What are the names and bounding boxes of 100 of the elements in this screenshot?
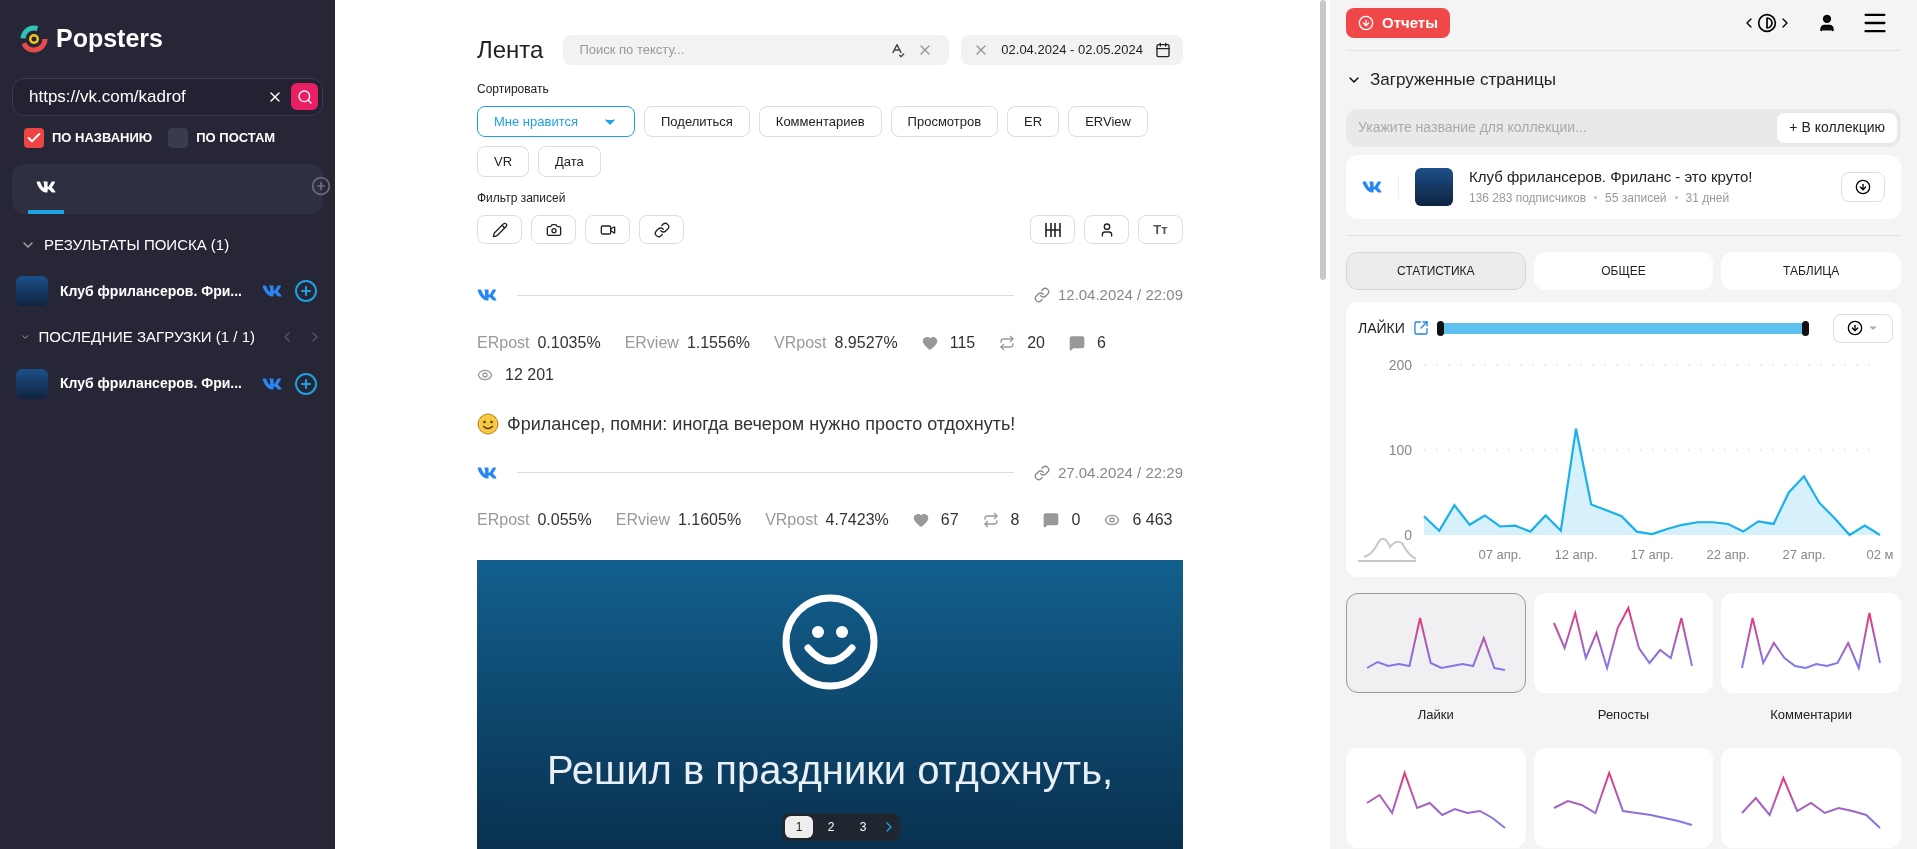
calendar-icon[interactable] bbox=[1155, 42, 1171, 58]
logo-icon bbox=[20, 24, 48, 53]
group-avatar bbox=[16, 276, 48, 306]
counter-value: 8 bbox=[1010, 510, 1020, 530]
section-title[interactable]: ПОСЛЕДНИЕ ЗАГРУЗКИ (1 / 1) bbox=[38, 326, 255, 349]
external-link-icon[interactable] bbox=[1412, 320, 1429, 336]
user-icon[interactable] bbox=[1817, 13, 1837, 33]
smiley-icon bbox=[780, 592, 880, 692]
counter-value: 67 bbox=[940, 510, 959, 530]
sort-option[interactable]: Просмотров bbox=[890, 106, 999, 137]
metric-value: 4.7423% bbox=[825, 510, 889, 530]
download-icon bbox=[1358, 15, 1374, 31]
page-button[interactable]: 1 bbox=[785, 816, 813, 838]
date-range-field[interactable]: 02.04.2024 - 02.05.2024 bbox=[961, 35, 1183, 65]
video-filter-button[interactable] bbox=[585, 215, 630, 244]
x-tick-label: 12 апр. bbox=[1554, 546, 1598, 562]
post-text: Фрилансер, помни: иногда вечером нужно просто отдохнуть! bbox=[507, 412, 1016, 436]
group-avatar bbox=[16, 368, 48, 399]
sort-option[interactable]: ERView bbox=[1068, 106, 1148, 137]
page-name[interactable]: Клуб фрилансеров. Фри... bbox=[60, 280, 242, 302]
add-icon[interactable] bbox=[311, 175, 331, 196]
sort-label: Сортировать bbox=[477, 81, 550, 98]
add-icon[interactable] bbox=[293, 371, 318, 396]
mini-chart-label: Лайки bbox=[1417, 705, 1454, 724]
stats-tab[interactable]: СТАТИСТИКА bbox=[1346, 251, 1526, 290]
counter-value: 20 bbox=[1027, 332, 1045, 353]
text-search-input[interactable]: Поиск по тексту... bbox=[579, 40, 878, 60]
checkbox[interactable] bbox=[168, 127, 189, 148]
x-tick-label: 02 м bbox=[1866, 546, 1894, 562]
link-icon[interactable] bbox=[1033, 464, 1050, 481]
font-button[interactable]: Тт bbox=[1138, 215, 1183, 244]
collection-name-input[interactable]: Укажите название для коллекции... bbox=[1358, 117, 1778, 138]
pencil-icon bbox=[491, 221, 508, 238]
section-title[interactable]: Загруженные страницы bbox=[1370, 67, 1556, 93]
add-to-collection-button[interactable]: + В коллекцию bbox=[1777, 112, 1897, 143]
metric-value: 8.9527% bbox=[834, 332, 898, 353]
columns-icon bbox=[1043, 221, 1062, 238]
x-tick-label: 17 апр. bbox=[1630, 546, 1674, 562]
download-dropdown[interactable] bbox=[1833, 313, 1893, 343]
columns-button[interactable] bbox=[1030, 215, 1075, 244]
checkbox[interactable] bbox=[24, 127, 44, 148]
mini-chart-card[interactable] bbox=[1533, 592, 1714, 693]
sort-option[interactable]: ER bbox=[1007, 106, 1060, 137]
feed-title: Лента bbox=[477, 35, 544, 65]
x-tick-label: 07 апр. bbox=[1478, 546, 1522, 562]
mini-chart-card[interactable] bbox=[1721, 592, 1901, 693]
eye-icon bbox=[1104, 512, 1121, 528]
author-button[interactable] bbox=[1084, 215, 1129, 244]
scrollbar[interactable] bbox=[1320, 0, 1326, 280]
counter-value: 0 bbox=[1071, 510, 1081, 530]
photo-filter-button[interactable] bbox=[531, 215, 576, 244]
checkbox-label: ПО НАЗВАНИЮ bbox=[52, 128, 153, 147]
add-icon[interactable] bbox=[293, 279, 318, 303]
y-tick-label: 200 bbox=[1388, 356, 1412, 373]
download-button[interactable] bbox=[1841, 171, 1885, 202]
contrast-icon[interactable] bbox=[1757, 13, 1777, 33]
section-title[interactable]: РЕЗУЛЬТАТЫ ПОИСКА (1) bbox=[44, 233, 230, 256]
repost-icon bbox=[999, 334, 1016, 351]
counter-value: 6 bbox=[1097, 332, 1106, 353]
link-filter-button[interactable] bbox=[639, 215, 684, 244]
logo-text: Popsters bbox=[56, 23, 163, 54]
metric-value: 1.1556% bbox=[686, 332, 751, 353]
metric-value: 1.1605% bbox=[677, 510, 742, 530]
metric-label: VRpost bbox=[774, 332, 827, 353]
sort-option[interactable]: Поделиться bbox=[644, 106, 750, 137]
search-button[interactable] bbox=[291, 83, 318, 110]
counter-value: 6 463 bbox=[1132, 510, 1173, 530]
page-button[interactable]: 2 bbox=[817, 816, 845, 838]
download-icon bbox=[1855, 178, 1871, 195]
smile-icon bbox=[477, 413, 499, 435]
stats-tab[interactable]: ОБЩЕЕ bbox=[1533, 251, 1714, 290]
page-button[interactable]: 3 bbox=[849, 816, 877, 838]
search-field[interactable]: https://vk.com/kadrof bbox=[12, 77, 323, 116]
page-stat: 136 283 подписчиков bbox=[1469, 189, 1587, 207]
heart-icon bbox=[912, 512, 929, 528]
link-icon[interactable] bbox=[1033, 287, 1050, 304]
x-tick-label: 27 апр. bbox=[1782, 546, 1826, 562]
repost-icon bbox=[982, 512, 999, 528]
metric-value: 0.055% bbox=[537, 510, 592, 530]
text-search-field[interactable]: Поиск по тексту... bbox=[563, 35, 950, 65]
reports-button[interactable]: Отчеты bbox=[1346, 8, 1451, 38]
metric-label: ERview bbox=[624, 332, 679, 353]
stats-tab[interactable]: ТАБЛИЦА bbox=[1721, 251, 1901, 290]
text-filter-button[interactable] bbox=[477, 215, 522, 244]
range-brush[interactable] bbox=[1436, 322, 1809, 334]
comment-icon bbox=[1069, 334, 1085, 351]
comment-icon bbox=[1043, 512, 1060, 528]
mini-chart-label: Репосты bbox=[1597, 705, 1650, 724]
metric-label: ERview bbox=[615, 510, 670, 530]
counter-value: 115 bbox=[949, 332, 976, 353]
page-name[interactable]: Клуб фрилансеров. Фри... bbox=[60, 373, 242, 394]
sort-option[interactable]: Комментариев bbox=[758, 106, 882, 137]
metric-label: VRpost bbox=[765, 510, 818, 530]
collection-field[interactable]: Укажите название для коллекции... + В коллекцию bbox=[1346, 108, 1901, 147]
sort-option[interactable]: Дата bbox=[538, 146, 601, 177]
spellcheck-icon[interactable] bbox=[889, 42, 906, 58]
sort-option[interactable]: VR bbox=[477, 146, 530, 177]
mini-chart-card[interactable] bbox=[1346, 592, 1526, 693]
post-date: 12.04.2024 / 22:09 bbox=[1057, 285, 1183, 305]
metric-label: ERpost bbox=[477, 510, 530, 530]
